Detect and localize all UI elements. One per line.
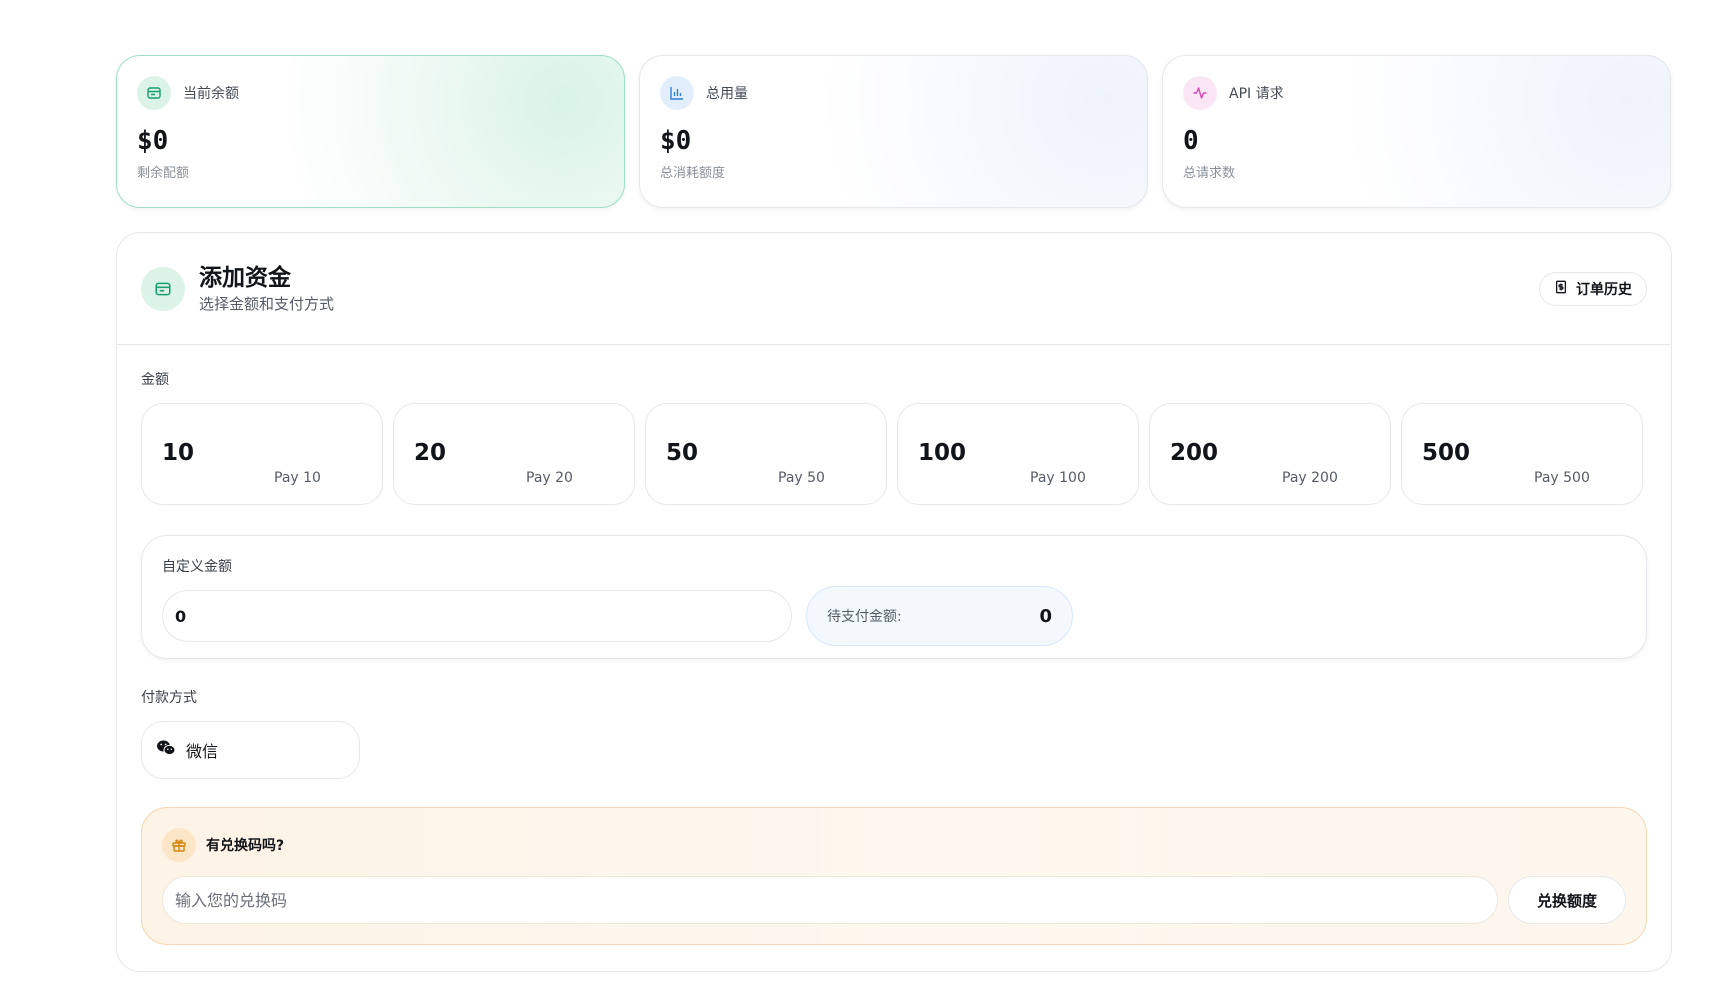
stats-row: 当前余额 $0 剩余配额 总用量 $0 总消耗额度 API 请求 0 总请求数 xyxy=(116,55,1672,208)
amount-option-500[interactable]: 500 Pay 500 xyxy=(1401,403,1643,505)
redeem-button[interactable]: 兑换额度 xyxy=(1508,876,1626,924)
wallet-icon xyxy=(141,266,185,311)
stat-label: 总用量 xyxy=(706,86,748,102)
stat-subtitle: 总消耗额度 xyxy=(660,166,726,181)
payment-method-wechat[interactable]: 微信 xyxy=(141,721,360,779)
page-subtitle: 选择金额和支付方式 xyxy=(199,294,335,313)
wallet-page: 当前余额 $0 剩余配额 总用量 $0 总消耗额度 API 请求 0 总请求数 … xyxy=(116,55,1672,972)
amount-options: 10 Pay 10 20 Pay 20 50 Pay 50 100 Pay 10… xyxy=(141,403,1647,505)
order-history-label: 订单历史 xyxy=(1576,281,1632,298)
amount-value: 50 xyxy=(666,440,699,466)
gift-icon xyxy=(162,828,196,862)
redeem-title: 有兑换码吗? xyxy=(206,838,285,854)
payment-method-label: 付款方式 xyxy=(141,690,197,706)
order-history-button[interactable]: 订单历史 xyxy=(1539,271,1647,306)
stat-subtitle: 剩余配额 xyxy=(137,166,190,181)
bar-chart-icon xyxy=(660,76,694,110)
amount-pay-label: Pay 500 xyxy=(1534,470,1590,486)
amount-value: 20 xyxy=(414,440,447,466)
amount-option-20[interactable]: 20 Pay 20 xyxy=(393,403,635,505)
custom-amount-label: 自定义金额 xyxy=(162,559,232,575)
custom-amount-input[interactable] xyxy=(162,590,792,642)
activity-icon xyxy=(1183,76,1217,110)
stat-card-balance: 当前余额 $0 剩余配额 xyxy=(116,55,625,208)
add-funds-card: 添加资金 选择金额和支付方式 订单历史 金额 10 Pay 10 20 Pay … xyxy=(116,232,1672,972)
page-title: 添加资金 xyxy=(199,264,291,291)
amount-option-10[interactable]: 10 Pay 10 xyxy=(141,403,383,505)
amount-pay-label: Pay 10 xyxy=(274,470,321,486)
stat-card-requests: API 请求 0 总请求数 xyxy=(1162,55,1671,208)
amount-option-50[interactable]: 50 Pay 50 xyxy=(645,403,887,505)
amount-pay-label: Pay 20 xyxy=(526,470,573,486)
amount-pay-label: Pay 200 xyxy=(1282,470,1338,486)
amount-pay-label: Pay 50 xyxy=(778,470,825,486)
stat-value: $0 xyxy=(660,126,692,156)
stat-value: 0 xyxy=(1183,126,1199,156)
stat-subtitle: 总请求数 xyxy=(1183,166,1236,181)
payment-methods: 微信 xyxy=(141,721,1647,779)
receipt-icon xyxy=(1554,280,1568,298)
wechat-icon xyxy=(156,739,176,761)
pending-amount-label: 待支付金额: xyxy=(827,609,902,625)
pending-amount: 待支付金额: 0 xyxy=(806,586,1073,646)
amount-value: 10 xyxy=(162,440,195,466)
pending-amount-value: 0 xyxy=(1039,605,1052,627)
amount-pay-label: Pay 100 xyxy=(1030,470,1086,486)
amount-value: 500 xyxy=(1422,440,1471,466)
amount-value: 100 xyxy=(918,440,967,466)
stat-label: API 请求 xyxy=(1229,86,1284,102)
amount-section: 金额 10 Pay 10 20 Pay 20 50 Pay 50 100 Pay… xyxy=(117,345,1671,945)
amount-option-200[interactable]: 200 Pay 200 xyxy=(1149,403,1391,505)
wallet-icon xyxy=(137,76,171,110)
amount-label: 金额 xyxy=(141,372,169,388)
amount-option-100[interactable]: 100 Pay 100 xyxy=(897,403,1139,505)
stat-label: 当前余额 xyxy=(183,86,239,102)
redeem-code-box: 有兑换码吗? 兑换额度 xyxy=(141,807,1647,945)
redeem-code-input[interactable] xyxy=(162,876,1499,924)
payment-method-label: 微信 xyxy=(186,742,219,761)
custom-amount-box: 自定义金额 待支付金额: 0 xyxy=(141,535,1647,659)
stat-card-usage: 总用量 $0 总消耗额度 xyxy=(639,55,1148,208)
amount-value: 200 xyxy=(1170,440,1219,466)
stat-value: $0 xyxy=(137,126,169,156)
add-funds-header: 添加资金 选择金额和支付方式 订单历史 xyxy=(117,233,1671,345)
